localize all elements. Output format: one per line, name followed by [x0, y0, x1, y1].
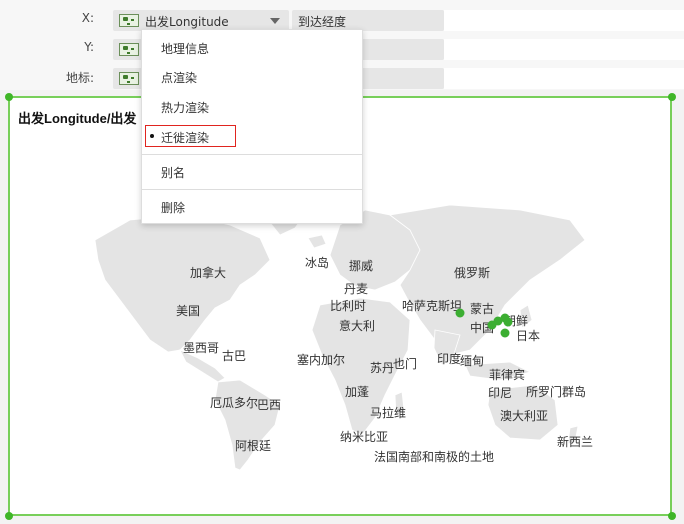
menu-item-label: 点渲染: [161, 71, 198, 85]
menu-item-label: 热力渲染: [161, 101, 210, 115]
menu-item-label: 别名: [161, 166, 186, 180]
menu-item-delete[interactable]: 删除: [142, 192, 362, 220]
menu-item-geo-info[interactable]: 地理信息: [142, 33, 362, 61]
menu-item-label: 地理信息: [161, 42, 210, 56]
map-point[interactable]: [455, 308, 465, 318]
menu-item-alias[interactable]: 别名: [142, 157, 362, 185]
map-point[interactable]: [503, 317, 513, 327]
map-point[interactable]: [500, 328, 510, 338]
menu-item-label: 迁徙渲染: [161, 131, 210, 145]
menu-item-heat-render[interactable]: 热力渲染: [142, 92, 362, 120]
menu-divider: [142, 189, 362, 190]
menu-divider: [142, 154, 362, 155]
menu-item-label: 删除: [161, 201, 186, 215]
menu-item-migration-render[interactable]: 迁徙渲染: [142, 122, 362, 150]
menu-item-point-render[interactable]: 点渲染: [142, 62, 362, 90]
render-type-menu: 地理信息 点渲染 热力渲染 迁徙渲染 别名 删除: [141, 29, 363, 224]
